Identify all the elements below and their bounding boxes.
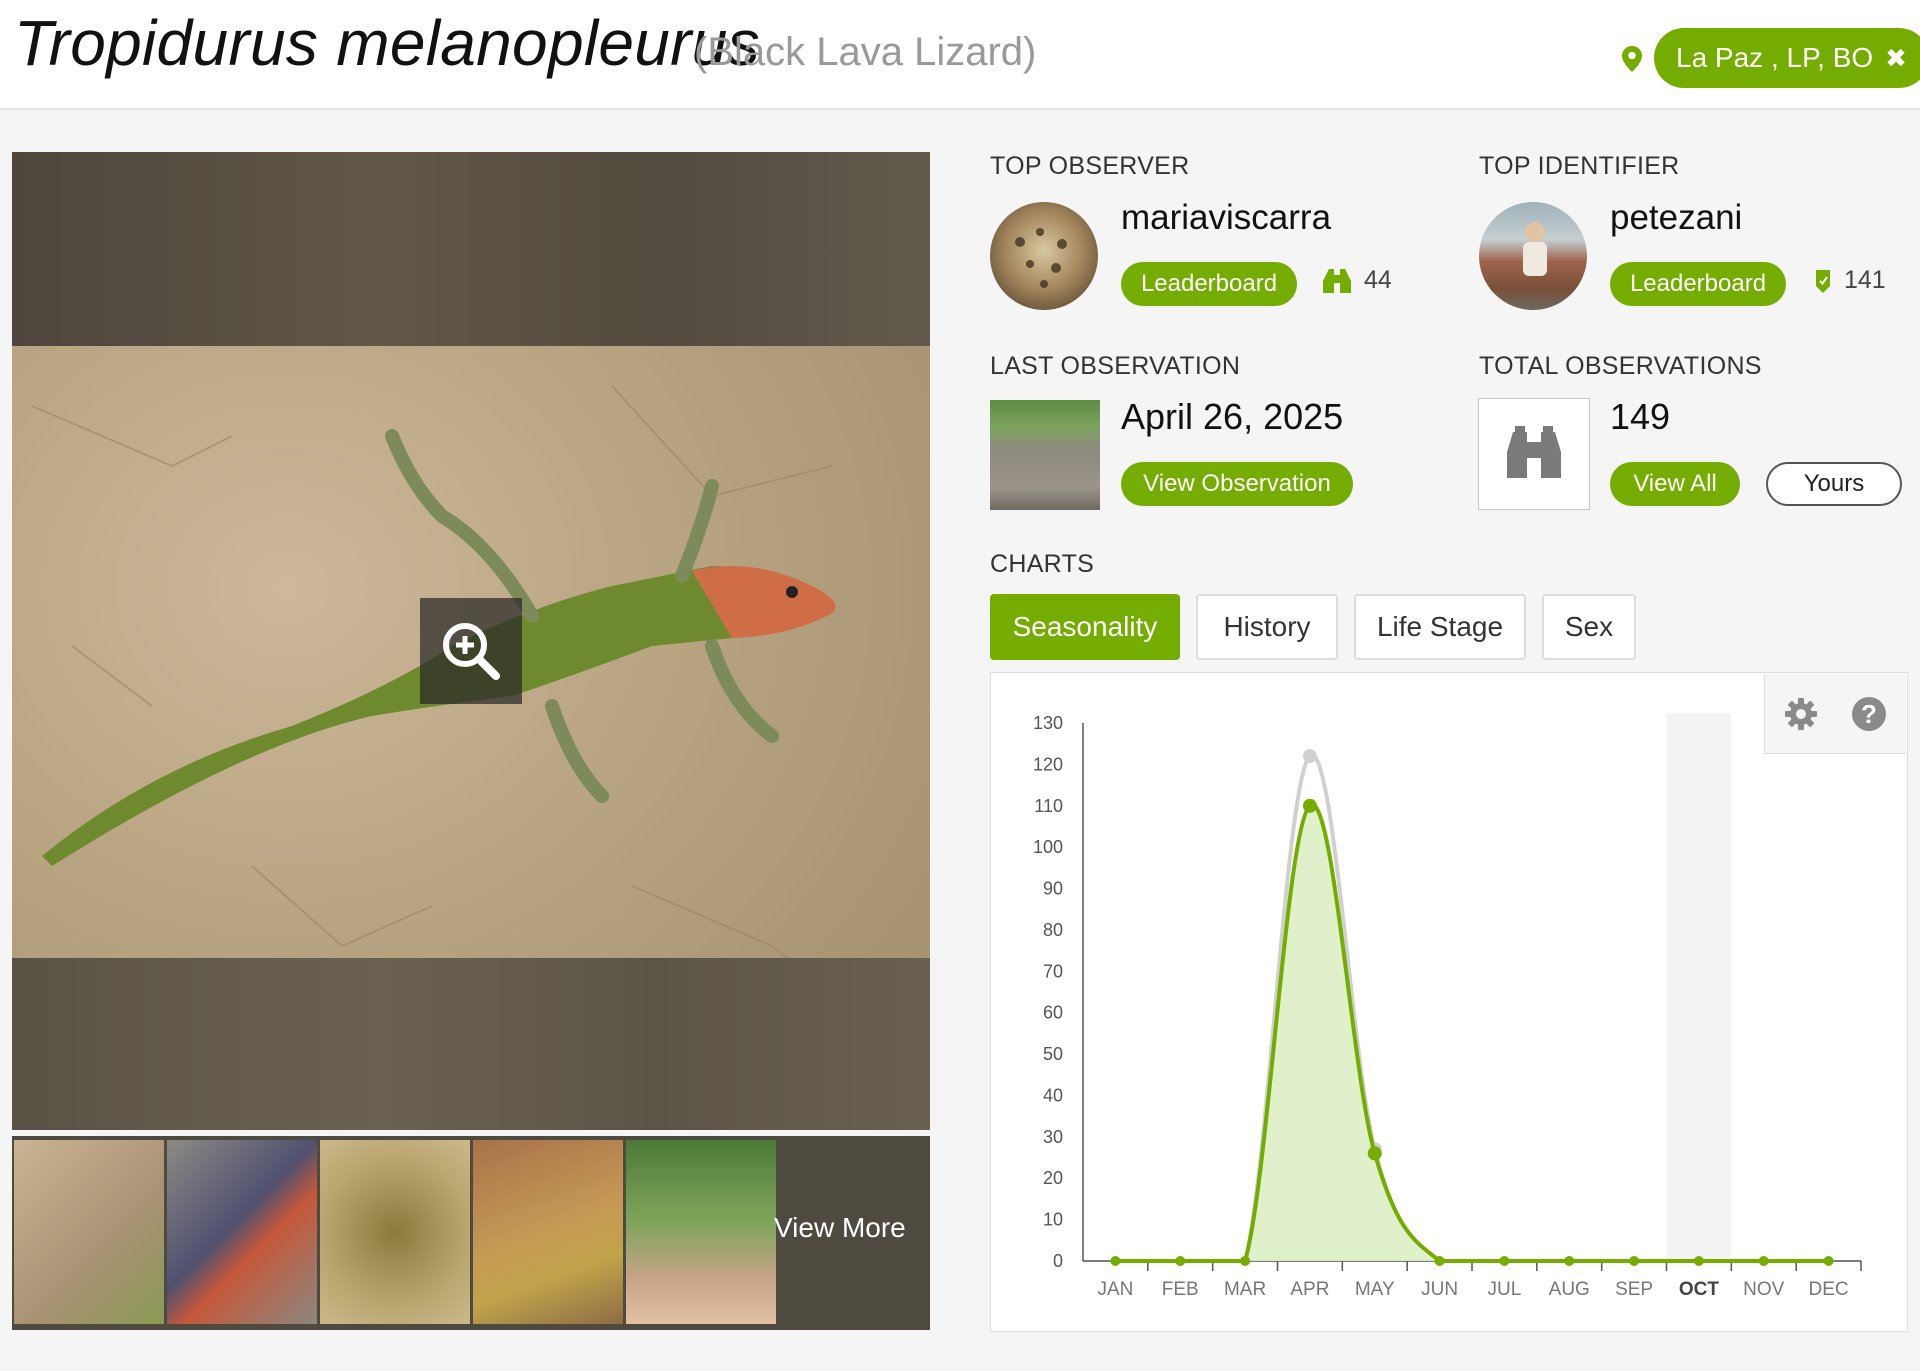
x-tick-label: MAY bbox=[1355, 1279, 1395, 1300]
y-tick-label: 40 bbox=[1043, 1085, 1063, 1105]
photo-thumbnail[interactable] bbox=[320, 1140, 470, 1324]
x-tick-label: JUL bbox=[1488, 1279, 1522, 1300]
y-tick-label: 60 bbox=[1043, 1003, 1063, 1023]
x-tick-label: OCT bbox=[1679, 1279, 1720, 1300]
photo-thumbnail[interactable] bbox=[14, 1140, 164, 1324]
y-tick-label: 90 bbox=[1043, 879, 1063, 899]
photo-thumbnail[interactable] bbox=[167, 1140, 317, 1324]
identifier-count-value: 141 bbox=[1844, 266, 1886, 294]
series-point bbox=[1693, 1256, 1704, 1266]
photo-blur-background bbox=[12, 958, 930, 1130]
series-point bbox=[1629, 1256, 1640, 1266]
series-point bbox=[1110, 1256, 1121, 1266]
last-observation-label: LAST OBSERVATION bbox=[990, 352, 1241, 380]
y-tick-label: 120 bbox=[1033, 754, 1063, 774]
x-tick-label: NOV bbox=[1743, 1279, 1785, 1300]
help-icon[interactable]: ? bbox=[1851, 696, 1887, 732]
x-tick-label: FEB bbox=[1162, 1279, 1199, 1300]
place-filter-label: La Paz , LP, BO bbox=[1676, 42, 1874, 73]
total-observations-label: TOTAL OBSERVATIONS bbox=[1479, 352, 1762, 380]
y-tick-label: 0 bbox=[1053, 1251, 1063, 1271]
gear-icon[interactable] bbox=[1783, 696, 1819, 732]
binoculars-icon bbox=[1507, 426, 1561, 478]
series-point bbox=[1499, 1256, 1510, 1266]
identifier-leaderboard-button[interactable]: Leaderboard bbox=[1610, 262, 1786, 306]
series-point bbox=[1434, 1256, 1445, 1266]
zoom-in-icon bbox=[443, 623, 500, 680]
top-observer-username[interactable]: mariaviscarra bbox=[1121, 198, 1331, 238]
series-point bbox=[1175, 1256, 1186, 1266]
last-observation-thumbnail[interactable] bbox=[990, 400, 1100, 510]
x-tick-label: DEC bbox=[1809, 1279, 1849, 1300]
photo-blur-background bbox=[12, 152, 930, 346]
x-tick-label: AUG bbox=[1549, 1279, 1590, 1300]
charts-label: CHARTS bbox=[990, 550, 1095, 578]
view-all-button[interactable]: View All bbox=[1610, 462, 1740, 506]
y-tick-label: 20 bbox=[1043, 1168, 1063, 1188]
y-tick-label: 130 bbox=[1033, 713, 1063, 733]
observer-leaderboard-button[interactable]: Leaderboard bbox=[1121, 262, 1297, 306]
y-tick-label: 10 bbox=[1043, 1210, 1063, 1230]
place-filter-button[interactable]: La Paz , LP, BO ✖ bbox=[1654, 28, 1920, 88]
close-icon[interactable]: ✖ bbox=[1885, 43, 1907, 74]
taxon-scientific-name: Tropidurus melanopleurus bbox=[14, 7, 760, 79]
top-observer-label: TOP OBSERVER bbox=[990, 152, 1190, 180]
photo-viewer[interactable] bbox=[12, 152, 930, 1130]
y-tick-label: 110 bbox=[1034, 796, 1063, 816]
current-month-band bbox=[1666, 713, 1732, 1261]
x-tick-label: JAN bbox=[1097, 1279, 1133, 1300]
y-tick-label: 70 bbox=[1043, 961, 1063, 981]
seasonality-chart: 0 10 20 30 40 50 60 70 80 90 100 110 120 130 JAN FEB MAR… bbox=[990, 672, 1908, 1332]
photo-thumbnail[interactable] bbox=[626, 1140, 776, 1324]
id-tag-icon bbox=[1816, 269, 1830, 293]
view-observation-button[interactable]: View Observation bbox=[1121, 462, 1353, 506]
y-tick-label: 100 bbox=[1033, 837, 1063, 857]
observer-count-value: 44 bbox=[1364, 266, 1392, 294]
jaguar-avatar-image bbox=[1015, 228, 1067, 288]
x-tick-label: SEP bbox=[1615, 1279, 1653, 1300]
person-avatar-image bbox=[1523, 222, 1547, 276]
tab-seasonality[interactable]: Seasonality bbox=[990, 594, 1180, 660]
total-observations-icon-box bbox=[1478, 398, 1590, 510]
series-point bbox=[1564, 1256, 1575, 1266]
top-observer-avatar[interactable] bbox=[990, 202, 1098, 310]
y-tick-label: 30 bbox=[1043, 1127, 1063, 1147]
series-point bbox=[1823, 1256, 1834, 1266]
series-point bbox=[1240, 1256, 1251, 1266]
total-observations-count: 149 bbox=[1610, 396, 1671, 437]
svg-text:?: ? bbox=[1861, 699, 1877, 729]
map-pin-icon bbox=[1622, 46, 1642, 72]
view-more-photos-link[interactable]: View More bbox=[774, 1212, 906, 1244]
photo-thumbnail[interactable] bbox=[473, 1140, 623, 1324]
x-tick-label: MAR bbox=[1224, 1279, 1266, 1300]
y-tick-label: 80 bbox=[1043, 920, 1063, 940]
x-tick-label: JUN bbox=[1421, 1279, 1458, 1300]
top-identifier-avatar[interactable] bbox=[1479, 202, 1587, 310]
y-tick-label: 50 bbox=[1043, 1044, 1063, 1064]
zoom-button[interactable] bbox=[420, 598, 522, 704]
binoculars-icon bbox=[1323, 268, 1351, 293]
series-point bbox=[1758, 1256, 1769, 1266]
series-point bbox=[1367, 1146, 1382, 1161]
observer-count: 44 bbox=[1322, 266, 1392, 295]
taxon-common-name: (Black Lava Lizard) bbox=[694, 30, 1037, 74]
top-identifier-label: TOP IDENTIFIER bbox=[1479, 152, 1680, 180]
tab-history[interactable]: History bbox=[1196, 594, 1338, 660]
series-point-gray bbox=[1302, 749, 1317, 764]
series-point bbox=[1302, 798, 1317, 813]
x-tick-label: APR bbox=[1290, 1279, 1329, 1300]
page-header: Tropidurus melanopleurus (Black Lava Liz… bbox=[0, 0, 1920, 110]
identifier-count: 141 bbox=[1814, 266, 1886, 295]
chart-tools: ? bbox=[1764, 674, 1906, 754]
last-observation-date: April 26, 2025 bbox=[1121, 396, 1344, 437]
tab-sex[interactable]: Sex bbox=[1542, 594, 1636, 660]
tab-life-stage[interactable]: Life Stage bbox=[1354, 594, 1526, 660]
chart-canvas: 0 10 20 30 40 50 60 70 80 90 100 110 120 130 JAN FEB MAR… bbox=[1033, 713, 1862, 1300]
yours-button[interactable]: Yours bbox=[1766, 462, 1902, 506]
top-identifier-username[interactable]: petezani bbox=[1610, 198, 1742, 238]
